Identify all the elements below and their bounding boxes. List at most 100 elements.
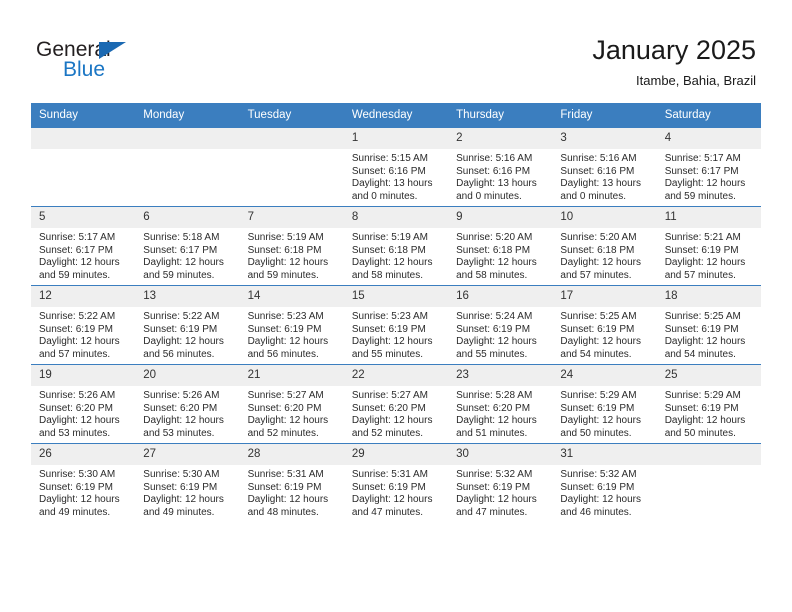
day-details: Sunrise: 5:32 AM Sunset: 6:19 PM Daylight:… [448, 465, 552, 519]
day-sunset-text: Sunset: 6:19 PM [664, 244, 739, 256]
day-daylight-1-text: Daylight: 12 hours [664, 178, 746, 190]
day-number: 20 [135, 365, 240, 386]
day-number: 24 [552, 365, 657, 386]
calendar-day-cell[interactable]: 13 Sunrise: 5:22 AM Sunset: 6:19 PM Dayligh… [135, 285, 240, 365]
calendar-day-cell[interactable]: 7 Sunrise: 5:19 AM Sunset: 6:18 PM Daylight… [239, 206, 344, 286]
day-number: 29 [343, 444, 449, 465]
day-sunrise-text: Sunrise: 5:20 AM [560, 232, 637, 243]
day-cell-inner: 21 Sunrise: 5:27 AM Sunset: 6:20 PM Dayligh… [239, 365, 344, 443]
calendar-day-cell[interactable]: 2 Sunrise: 5:16 AM Sunset: 6:16 PM Daylight… [448, 127, 553, 207]
day-daylight-1-text: Daylight: 12 hours [143, 415, 224, 427]
day-sunrise-text: Sunrise: 5:23 AM [351, 311, 428, 322]
calendar-day-cell[interactable]: 4 Sunrise: 5:17 AM Sunset: 6:17 PM Daylight… [656, 127, 761, 207]
day-sunrise-text: Sunrise: 5:22 AM [143, 311, 220, 322]
day-daylight-1-text: Daylight: 12 hours [143, 494, 224, 506]
day-sunset-text: Sunset: 6:19 PM [351, 481, 426, 493]
day-sunset-text: Sunset: 6:17 PM [39, 244, 113, 256]
day-details: Sunrise: 5:26 AM Sunset: 6:20 PM Daylight:… [135, 386, 239, 440]
calendar-day-cell[interactable]: 10 Sunrise: 5:20 AM Sunset: 6:18 PM Dayligh… [552, 206, 657, 286]
day-sunrise-text: Sunrise: 5:32 AM [560, 469, 637, 480]
day-details: Sunrise: 5:16 AM Sunset: 6:16 PM Daylight:… [552, 149, 656, 203]
day-details [240, 149, 344, 153]
day-sunset-text: Sunset: 6:20 PM [247, 402, 322, 414]
calendar-day-cell[interactable]: 21 Sunrise: 5:27 AM Sunset: 6:20 PM Dayligh… [239, 364, 344, 444]
calendar-day-cell[interactable]: 12 Sunrise: 5:22 AM Sunset: 6:19 PM Dayligh… [31, 285, 136, 365]
calendar-day-cell[interactable]: 14 Sunrise: 5:23 AM Sunset: 6:19 PM Dayligh… [239, 285, 344, 365]
calendar-day-cell[interactable]: 25 Sunrise: 5:29 AM Sunset: 6:19 PM Dayligh… [656, 364, 761, 444]
calendar-day-cell[interactable]: 30 Sunrise: 5:32 AM Sunset: 6:19 PM Dayligh… [448, 443, 553, 522]
day-sunrise-text: Sunrise: 5:21 AM [664, 232, 741, 243]
calendar-day-cell[interactable]: 27 Sunrise: 5:30 AM Sunset: 6:19 PM Dayligh… [135, 443, 240, 522]
calendar-day-cell[interactable]: 9 Sunrise: 5:20 AM Sunset: 6:18 PM Daylight… [448, 206, 553, 286]
day-number: 10 [552, 207, 657, 228]
day-daylight-2-text: and 55 minutes. [456, 348, 528, 360]
day-number: 2 [448, 128, 553, 149]
calendar-day-cell[interactable]: 23 Sunrise: 5:28 AM Sunset: 6:20 PM Dayligh… [448, 364, 553, 444]
calendar-day-cell[interactable]: 22 Sunrise: 5:27 AM Sunset: 6:20 PM Dayligh… [343, 364, 449, 444]
day-sunrise-text: Sunrise: 5:27 AM [351, 390, 428, 401]
day-details: Sunrise: 5:32 AM Sunset: 6:19 PM Daylight:… [552, 465, 656, 519]
day-cell-inner: 20 Sunrise: 5:26 AM Sunset: 6:20 PM Dayligh… [135, 365, 240, 443]
day-daylight-1-text: Daylight: 12 hours [39, 494, 120, 506]
day-daylight-1-text: Daylight: 12 hours [351, 257, 433, 269]
day-details: Sunrise: 5:24 AM Sunset: 6:19 PM Daylight:… [448, 307, 552, 361]
day-daylight-1-text: Daylight: 13 hours [560, 178, 642, 190]
calendar-day-cell[interactable]: 6 Sunrise: 5:18 AM Sunset: 6:17 PM Daylight… [135, 206, 240, 286]
calendar-day-cell[interactable]: 19 Sunrise: 5:26 AM Sunset: 6:20 PM Dayligh… [31, 364, 136, 444]
weekday-header-thursday: Thursday [448, 103, 553, 128]
day-daylight-1-text: Daylight: 12 hours [247, 494, 329, 506]
day-daylight-2-text: and 59 minutes. [39, 269, 111, 281]
day-number: 23 [448, 365, 553, 386]
calendar-day-cell[interactable]: 20 Sunrise: 5:26 AM Sunset: 6:20 PM Dayligh… [135, 364, 240, 444]
day-daylight-1-text: Daylight: 12 hours [456, 336, 537, 348]
calendar-day-cell[interactable]: 18 Sunrise: 5:25 AM Sunset: 6:19 PM Dayligh… [656, 285, 761, 365]
day-details: Sunrise: 5:30 AM Sunset: 6:19 PM Daylight:… [135, 465, 239, 519]
day-cell-inner: 31 Sunrise: 5:32 AM Sunset: 6:19 PM Dayligh… [552, 444, 657, 522]
day-number: 26 [31, 444, 136, 465]
calendar-week-row: 5 Sunrise: 5:17 AM Sunset: 6:17 PM Daylight… [31, 206, 761, 286]
day-number: 13 [135, 286, 240, 307]
calendar-day-cell[interactable]: 24 Sunrise: 5:29 AM Sunset: 6:19 PM Dayligh… [552, 364, 657, 444]
day-number: 18 [656, 286, 761, 307]
day-daylight-2-text: and 57 minutes. [664, 269, 736, 281]
calendar-day-cell[interactable]: 5 Sunrise: 5:17 AM Sunset: 6:17 PM Daylight… [31, 206, 136, 286]
day-sunset-text: Sunset: 6:19 PM [664, 323, 739, 335]
day-sunrise-text: Sunrise: 5:30 AM [39, 469, 116, 480]
day-sunrise-text: Sunrise: 5:32 AM [456, 469, 533, 480]
day-sunrise-text: Sunrise: 5:26 AM [143, 390, 220, 401]
day-number: 7 [239, 207, 344, 228]
day-cell-inner: 18 Sunrise: 5:25 AM Sunset: 6:19 PM Dayligh… [656, 286, 761, 364]
day-sunrise-text: Sunrise: 5:16 AM [560, 153, 637, 164]
day-sunset-text: Sunset: 6:20 PM [39, 402, 113, 414]
calendar-day-cell[interactable]: 31 Sunrise: 5:32 AM Sunset: 6:19 PM Dayligh… [552, 443, 657, 522]
weekday-header-saturday: Saturday [656, 103, 761, 128]
day-daylight-2-text: and 58 minutes. [456, 269, 528, 281]
calendar-day-cell[interactable]: 16 Sunrise: 5:24 AM Sunset: 6:19 PM Dayligh… [448, 285, 553, 365]
day-cell-inner: 3 Sunrise: 5:16 AM Sunset: 6:16 PM Daylight… [552, 128, 657, 206]
calendar-empty-cell [31, 127, 136, 207]
calendar-day-cell[interactable]: 3 Sunrise: 5:16 AM Sunset: 6:16 PM Daylight… [552, 127, 657, 207]
calendar-day-cell[interactable]: 26 Sunrise: 5:30 AM Sunset: 6:19 PM Dayligh… [31, 443, 136, 522]
calendar-day-cell[interactable]: 15 Sunrise: 5:23 AM Sunset: 6:19 PM Dayligh… [343, 285, 449, 365]
day-cell-inner: 29 Sunrise: 5:31 AM Sunset: 6:19 PM Dayligh… [343, 444, 449, 522]
day-daylight-1-text: Daylight: 12 hours [456, 494, 537, 506]
calendar-day-cell[interactable]: 17 Sunrise: 5:25 AM Sunset: 6:19 PM Dayligh… [552, 285, 657, 365]
day-sunset-text: Sunset: 6:19 PM [247, 323, 322, 335]
day-daylight-2-text: and 0 minutes. [456, 190, 522, 202]
day-sunset-text: Sunset: 6:20 PM [143, 402, 218, 414]
day-sunset-text: Sunset: 6:16 PM [560, 165, 635, 177]
calendar-day-cell[interactable]: 28 Sunrise: 5:31 AM Sunset: 6:19 PM Dayligh… [239, 443, 344, 522]
day-sunset-text: Sunset: 6:19 PM [39, 323, 113, 335]
calendar-day-cell[interactable]: 8 Sunrise: 5:19 AM Sunset: 6:18 PM Daylight… [343, 206, 449, 286]
calendar-day-cell[interactable]: 11 Sunrise: 5:21 AM Sunset: 6:19 PM Dayligh… [656, 206, 761, 286]
day-sunrise-text: Sunrise: 5:31 AM [247, 469, 324, 480]
day-number: 9 [448, 207, 553, 228]
day-daylight-2-text: and 57 minutes. [39, 348, 111, 360]
day-sunset-text: Sunset: 6:20 PM [456, 402, 531, 414]
day-daylight-1-text: Daylight: 12 hours [664, 257, 746, 269]
day-daylight-2-text: and 52 minutes. [247, 427, 319, 439]
day-sunrise-text: Sunrise: 5:19 AM [247, 232, 324, 243]
day-daylight-1-text: Daylight: 12 hours [664, 336, 746, 348]
calendar-day-cell[interactable]: 29 Sunrise: 5:31 AM Sunset: 6:19 PM Dayligh… [343, 443, 449, 522]
calendar-day-cell[interactable]: 1 Sunrise: 5:15 AM Sunset: 6:16 PM Daylight… [343, 127, 449, 207]
